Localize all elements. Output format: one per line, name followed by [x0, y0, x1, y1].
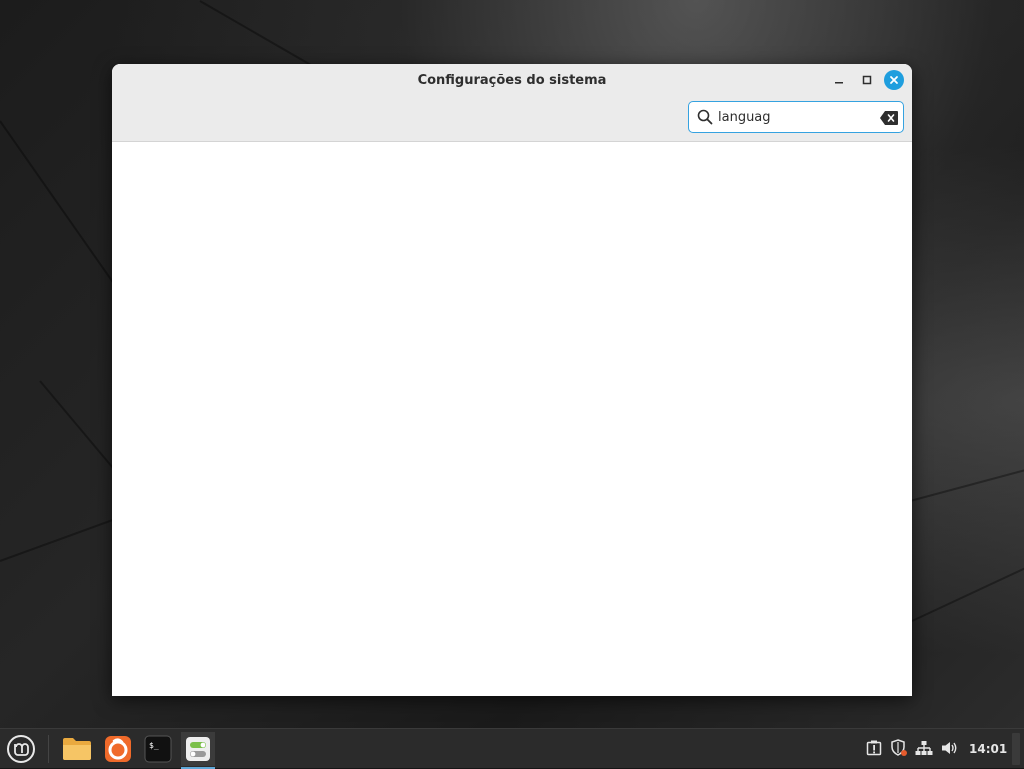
search-icon: [697, 109, 713, 125]
taskbar-terminal[interactable]: $_: [141, 732, 175, 766]
clear-text-icon[interactable]: [880, 111, 898, 125]
network-icon: [915, 741, 933, 755]
minimize-button[interactable]: [829, 70, 849, 90]
update-manager-icon: [866, 740, 882, 756]
firefox-icon: [105, 736, 131, 762]
taskbar-separator: [48, 735, 49, 763]
close-icon: [890, 76, 898, 84]
taskbar-system-settings[interactable]: [181, 732, 215, 769]
taskbar-firefox[interactable]: [101, 732, 135, 766]
update-manager-tray[interactable]: [865, 739, 883, 757]
taskbar-files[interactable]: [60, 732, 94, 766]
maximize-icon: [862, 75, 872, 85]
volume-tray[interactable]: [941, 739, 959, 757]
terminal-prompt-glyph: $_: [149, 741, 159, 750]
settings-toggles-icon: [186, 737, 210, 761]
window-title: Configurações do sistema: [417, 73, 607, 88]
security-tray[interactable]: [890, 739, 908, 757]
search-input[interactable]: languag: [688, 101, 904, 133]
show-desktop-button[interactable]: [1012, 733, 1020, 765]
close-button[interactable]: [884, 70, 904, 90]
minimize-icon: [835, 82, 843, 84]
search-text[interactable]: languag: [718, 109, 771, 126]
settings-window: Configurações do sistema languag: [112, 64, 912, 696]
search-results-area: [112, 142, 912, 696]
taskbar: $_ 14:01: [0, 728, 1024, 769]
volume-icon: [942, 742, 957, 754]
clock[interactable]: 14:01: [969, 741, 1007, 757]
menu-button[interactable]: [4, 732, 38, 766]
network-tray[interactable]: [915, 739, 933, 757]
header-bar: Configurações do sistema languag: [112, 64, 912, 142]
folder-icon: [63, 738, 91, 760]
maximize-button[interactable]: [857, 70, 877, 90]
terminal-icon: $_: [144, 735, 172, 763]
linux-mint-menu-icon: [7, 735, 35, 763]
shield-icon: [891, 739, 907, 756]
